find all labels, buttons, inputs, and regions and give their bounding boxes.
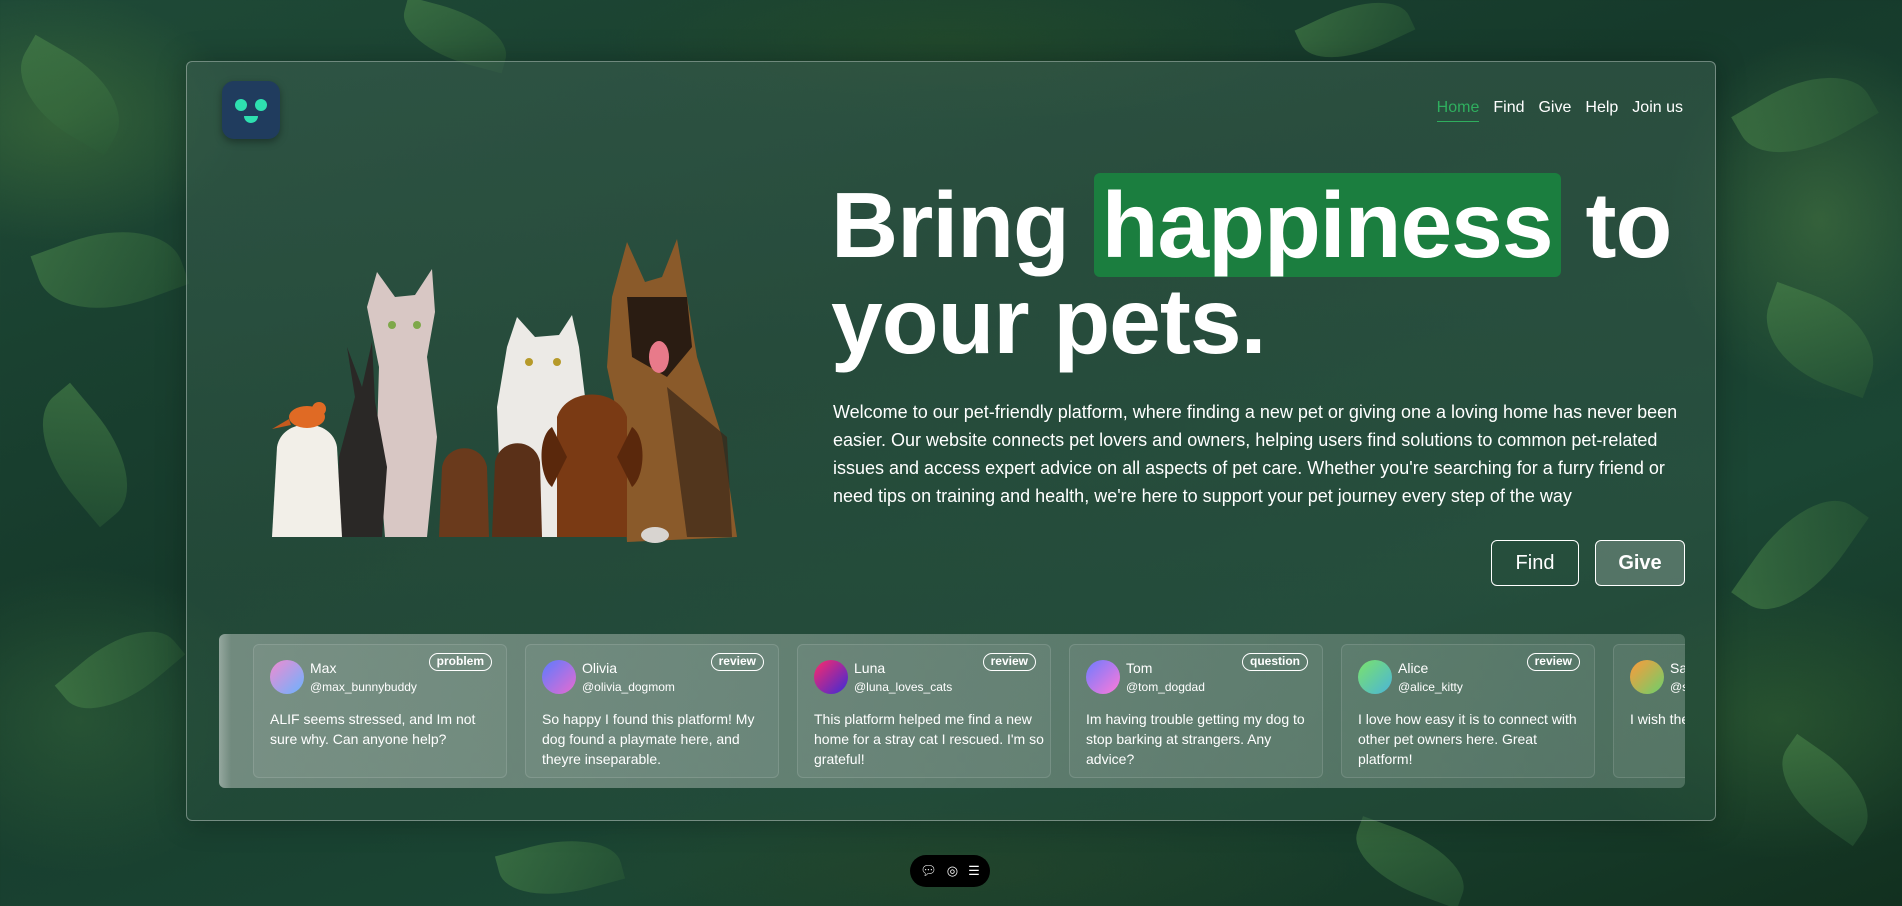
post-username: Sa: [1670, 660, 1685, 676]
floating-toolbar: 💬︎ ◎ ☰: [910, 855, 990, 887]
nav-home[interactable]: Home: [1436, 99, 1480, 122]
avatar: [1358, 660, 1392, 694]
logo-eye: [235, 99, 247, 111]
nav-find[interactable]: Find: [1493, 99, 1524, 122]
post-text: So happy I found this platform! My dog f…: [542, 711, 755, 767]
post-handle: @olivia_dogmom: [582, 680, 675, 694]
logo-mouth: [244, 116, 258, 123]
post-handle: @tom_dogdad: [1126, 680, 1205, 694]
post-tag-badge: problem: [428, 653, 492, 671]
post-card[interactable]: Tom @tom_dogdad question Im having troub…: [1069, 644, 1323, 778]
menu-icon[interactable]: ☰: [968, 863, 980, 879]
dog-puppies: [439, 443, 542, 537]
carousel-left-edge: [219, 634, 231, 788]
post-username: Tom: [1126, 660, 1153, 676]
posts-carousel[interactable]: Max @max_bunnybuddy problem ALIF seems s…: [219, 634, 1685, 788]
post-text: ALIF seems stressed, and Im not sure why…: [270, 711, 476, 747]
hero-description: Welcome to our pet-friendly platform, wh…: [833, 402, 1678, 506]
avatar: [814, 660, 848, 694]
post-card[interactable]: Alice @alice_kitty review I love how eas…: [1341, 644, 1595, 778]
background-leaf: [30, 208, 190, 332]
hero-title-part1: Bring: [831, 173, 1070, 277]
post-text: I wish the to keep p suggesti: [1630, 711, 1685, 727]
chat-icon[interactable]: 💬︎: [920, 863, 937, 879]
background-leaf: [1762, 733, 1888, 847]
logo-eye: [255, 99, 267, 111]
mouse: [641, 527, 669, 543]
avatar: [1086, 660, 1120, 694]
post-card[interactable]: Sa @s I wish the to keep p suggesti: [1613, 644, 1685, 778]
background-leaf: [1731, 52, 1879, 178]
post-tag-badge: review: [982, 653, 1036, 671]
background-leaf: [16, 382, 154, 528]
cat-persian: [272, 424, 342, 537]
main-nav: Home Find Give Help Join us: [1436, 99, 1683, 122]
find-button[interactable]: Find: [1491, 540, 1579, 586]
post-card[interactable]: Max @max_bunnybuddy problem ALIF seems s…: [253, 644, 507, 778]
post-text: I love how easy it is to connect with ot…: [1358, 711, 1577, 767]
logo[interactable]: [222, 81, 280, 139]
bird-canary: [272, 402, 326, 429]
background-leaf: [54, 608, 186, 732]
eye-icon[interactable]: ◎: [947, 863, 958, 879]
background-leaf: [1749, 281, 1891, 399]
post-tag-badge: review: [1526, 653, 1580, 671]
post-card[interactable]: Luna @luna_loves_cats review This platfo…: [797, 644, 1051, 778]
post-tag-badge: review: [710, 653, 764, 671]
post-username: Alice: [1398, 660, 1429, 676]
nav-join-us[interactable]: Join us: [1632, 99, 1683, 122]
avatar: [270, 660, 304, 694]
post-tag-badge: question: [1242, 653, 1308, 671]
hero-title: Bring happiness to your pets.: [831, 173, 1691, 369]
post-username: Olivia: [582, 660, 618, 676]
background-leaf: [1344, 816, 1476, 906]
nav-give[interactable]: Give: [1538, 99, 1571, 122]
post-handle: @luna_loves_cats: [854, 680, 953, 694]
hero-title-highlight: happiness: [1093, 173, 1561, 277]
hero-panel: Home Find Give Help Join us Bring happin…: [186, 61, 1716, 821]
post-handle: @alice_kitty: [1398, 680, 1463, 694]
post-handle: @s: [1670, 680, 1685, 694]
avatar: [1630, 660, 1664, 694]
background-leaf: [494, 825, 626, 906]
post-username: Luna: [854, 660, 886, 676]
post-username: Max: [310, 660, 337, 676]
post-text: Im having trouble getting my dog to stop…: [1086, 711, 1305, 767]
post-text: This platform helped me find a new home …: [814, 711, 1044, 767]
pets-group-image: [272, 239, 737, 543]
give-button[interactable]: Give: [1595, 540, 1685, 586]
post-card[interactable]: Olivia @olivia_dogmom review So happy I …: [525, 644, 779, 778]
background-leaf: [0, 34, 140, 156]
avatar: [542, 660, 576, 694]
post-handle: @max_bunnybuddy: [310, 680, 417, 694]
nav-help[interactable]: Help: [1585, 99, 1618, 122]
background-leaf: [1731, 477, 1869, 633]
